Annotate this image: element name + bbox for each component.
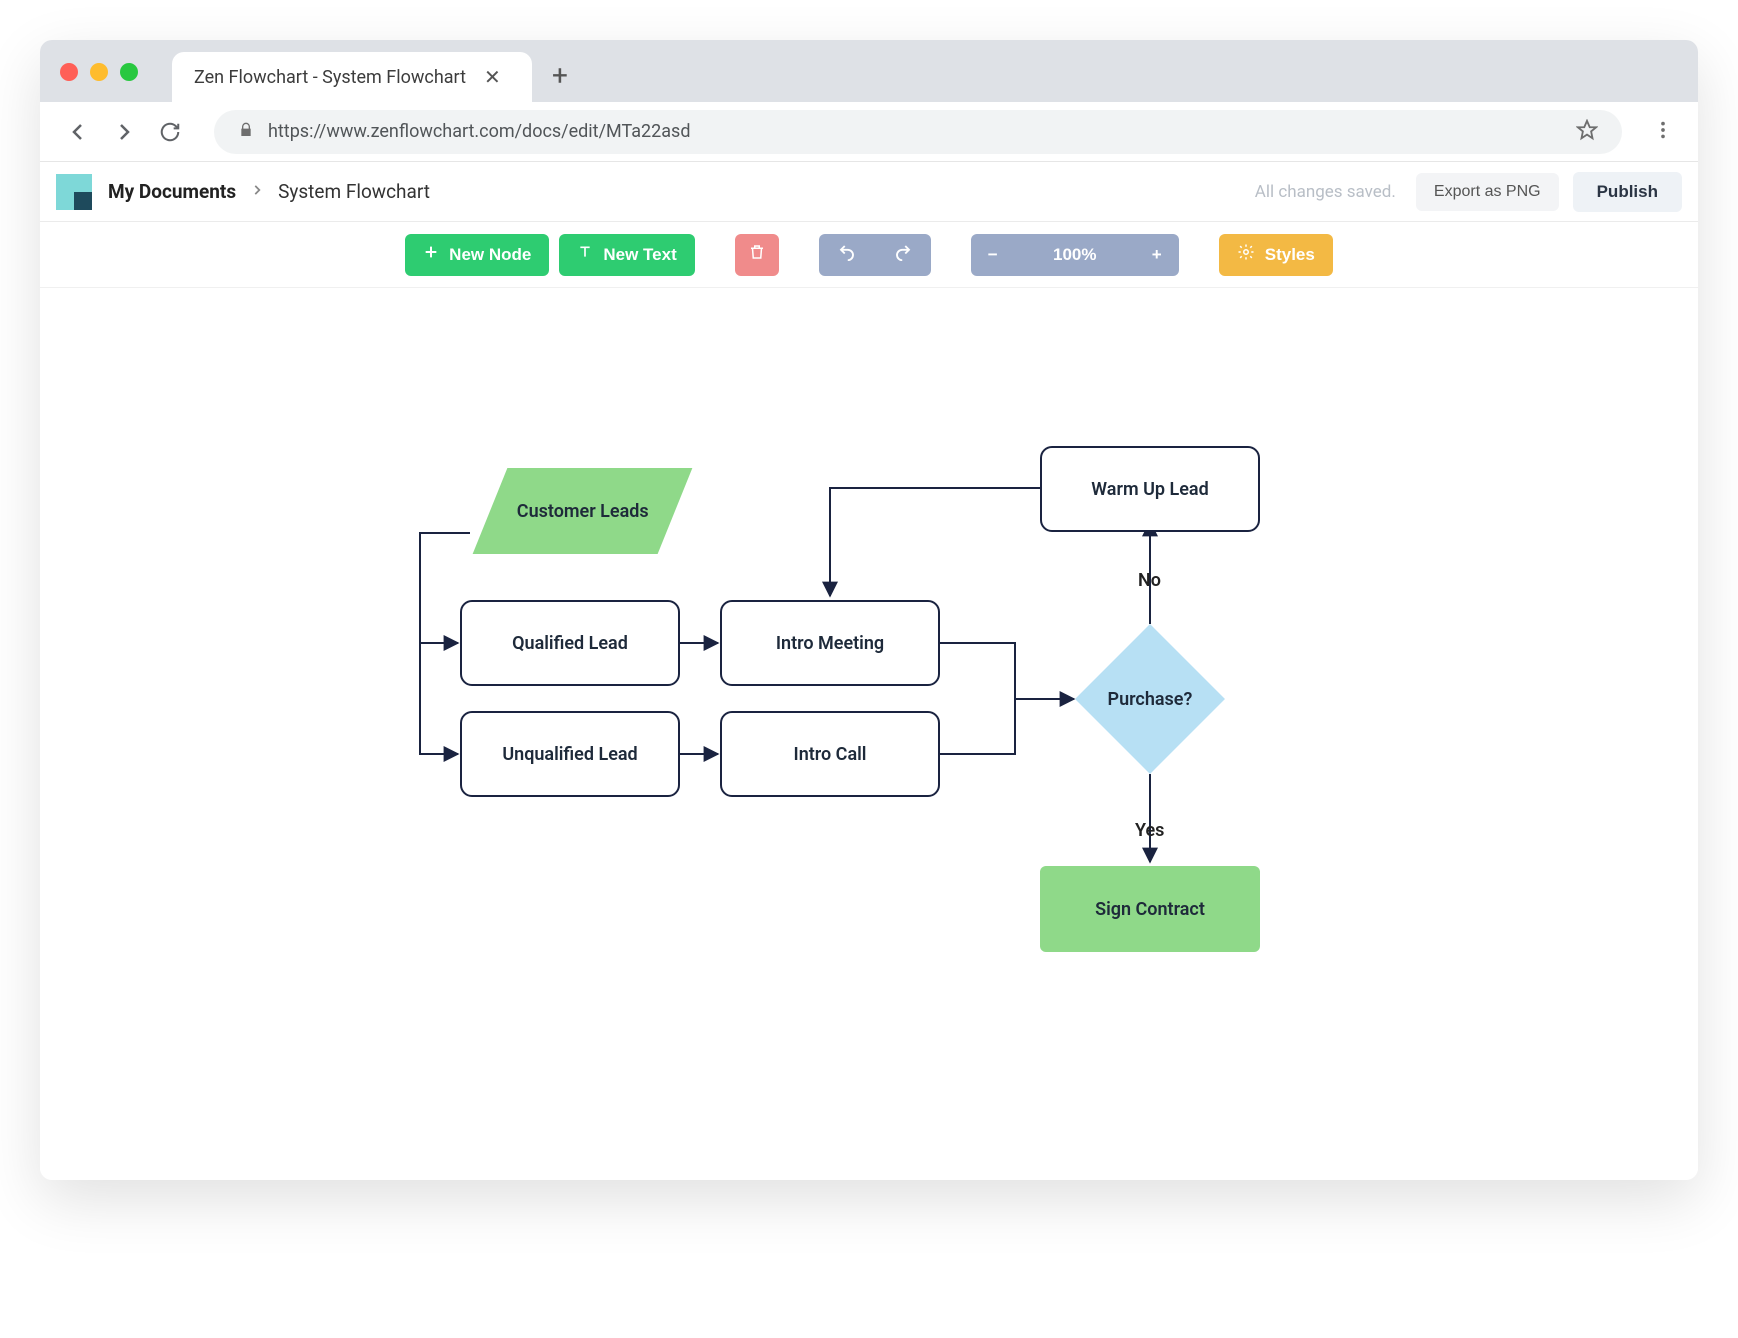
styles-label: Styles xyxy=(1265,245,1315,265)
new-node-label: New Node xyxy=(449,245,531,265)
styles-button[interactable]: Styles xyxy=(1219,234,1333,276)
chevron-right-icon xyxy=(250,182,264,201)
node-qualified-lead[interactable]: Qualified Lead xyxy=(460,600,680,686)
maximize-window-icon[interactable] xyxy=(120,63,138,81)
new-text-button[interactable]: New Text xyxy=(559,234,694,276)
export-png-button[interactable]: Export as PNG xyxy=(1416,173,1559,211)
browser-window: Zen Flowchart - System Flowchart ✕ + htt… xyxy=(40,40,1698,1180)
node-label: Unqualified Lead xyxy=(502,744,637,765)
zoom-in-button[interactable]: + xyxy=(1135,234,1179,276)
node-unqualified-lead[interactable]: Unqualified Lead xyxy=(460,711,680,797)
node-label: Intro Meeting xyxy=(776,633,884,654)
minimize-window-icon[interactable] xyxy=(90,63,108,81)
browser-tab[interactable]: Zen Flowchart - System Flowchart ✕ xyxy=(172,52,532,102)
close-window-icon[interactable] xyxy=(60,63,78,81)
tab-strip: Zen Flowchart - System Flowchart ✕ + xyxy=(40,40,1698,102)
zoom-out-button[interactable]: − xyxy=(971,234,1015,276)
undo-icon xyxy=(838,243,856,266)
node-sign-contract[interactable]: Sign Contract xyxy=(1040,866,1260,952)
tab-title: Zen Flowchart - System Flowchart xyxy=(194,67,466,88)
trash-icon xyxy=(748,243,766,266)
node-intro-call[interactable]: Intro Call xyxy=(720,711,940,797)
breadcrumb-root[interactable]: My Documents xyxy=(108,180,236,203)
new-text-label: New Text xyxy=(603,245,676,265)
reload-icon[interactable] xyxy=(156,118,184,146)
node-label: Purchase? xyxy=(1108,689,1193,710)
close-tab-icon[interactable]: ✕ xyxy=(484,65,501,89)
redo-icon xyxy=(894,243,912,266)
text-icon xyxy=(577,244,593,265)
edge-label-yes: Yes xyxy=(1135,820,1164,841)
node-warm-up-lead[interactable]: Warm Up Lead xyxy=(1040,446,1260,532)
zoom-level[interactable]: 100% xyxy=(1015,234,1135,276)
redo-button[interactable] xyxy=(875,234,931,276)
node-label: Sign Contract xyxy=(1095,899,1205,920)
window-controls xyxy=(60,63,138,81)
undo-button[interactable] xyxy=(819,234,875,276)
node-intro-meeting[interactable]: Intro Meeting xyxy=(720,600,940,686)
canvas[interactable]: Customer Leads Qualified Lead Unqualifie… xyxy=(40,288,1698,1180)
address-bar: https://www.zenflowchart.com/docs/edit/M… xyxy=(40,102,1698,162)
node-customer-leads[interactable]: Customer Leads xyxy=(473,468,693,554)
url-text: https://www.zenflowchart.com/docs/edit/M… xyxy=(268,121,690,142)
menu-icon[interactable] xyxy=(1652,119,1674,145)
node-label: Warm Up Lead xyxy=(1091,479,1208,500)
back-icon[interactable] xyxy=(64,118,92,146)
lock-icon xyxy=(238,122,254,142)
forward-icon[interactable] xyxy=(110,118,138,146)
new-node-button[interactable]: New Node xyxy=(405,234,549,276)
app-header: My Documents System Flowchart All change… xyxy=(40,162,1698,222)
bookmark-icon[interactable] xyxy=(1576,119,1598,145)
breadcrumb-current[interactable]: System Flowchart xyxy=(278,180,430,203)
node-label: Qualified Lead xyxy=(512,633,628,654)
app-logo[interactable] xyxy=(56,174,92,210)
save-status: All changes saved. xyxy=(1255,182,1396,202)
url-input[interactable]: https://www.zenflowchart.com/docs/edit/M… xyxy=(214,110,1622,154)
zoom-control: − 100% + xyxy=(971,234,1179,276)
delete-button[interactable] xyxy=(735,234,779,276)
gear-icon xyxy=(1237,243,1255,266)
toolbar: New Node New Text xyxy=(40,222,1698,288)
edge-label-no: No xyxy=(1138,570,1161,591)
node-label: Intro Call xyxy=(794,744,867,765)
plus-icon xyxy=(423,244,439,265)
publish-button[interactable]: Publish xyxy=(1573,172,1682,212)
node-label: Customer Leads xyxy=(517,501,649,522)
new-tab-icon[interactable]: + xyxy=(552,59,568,92)
